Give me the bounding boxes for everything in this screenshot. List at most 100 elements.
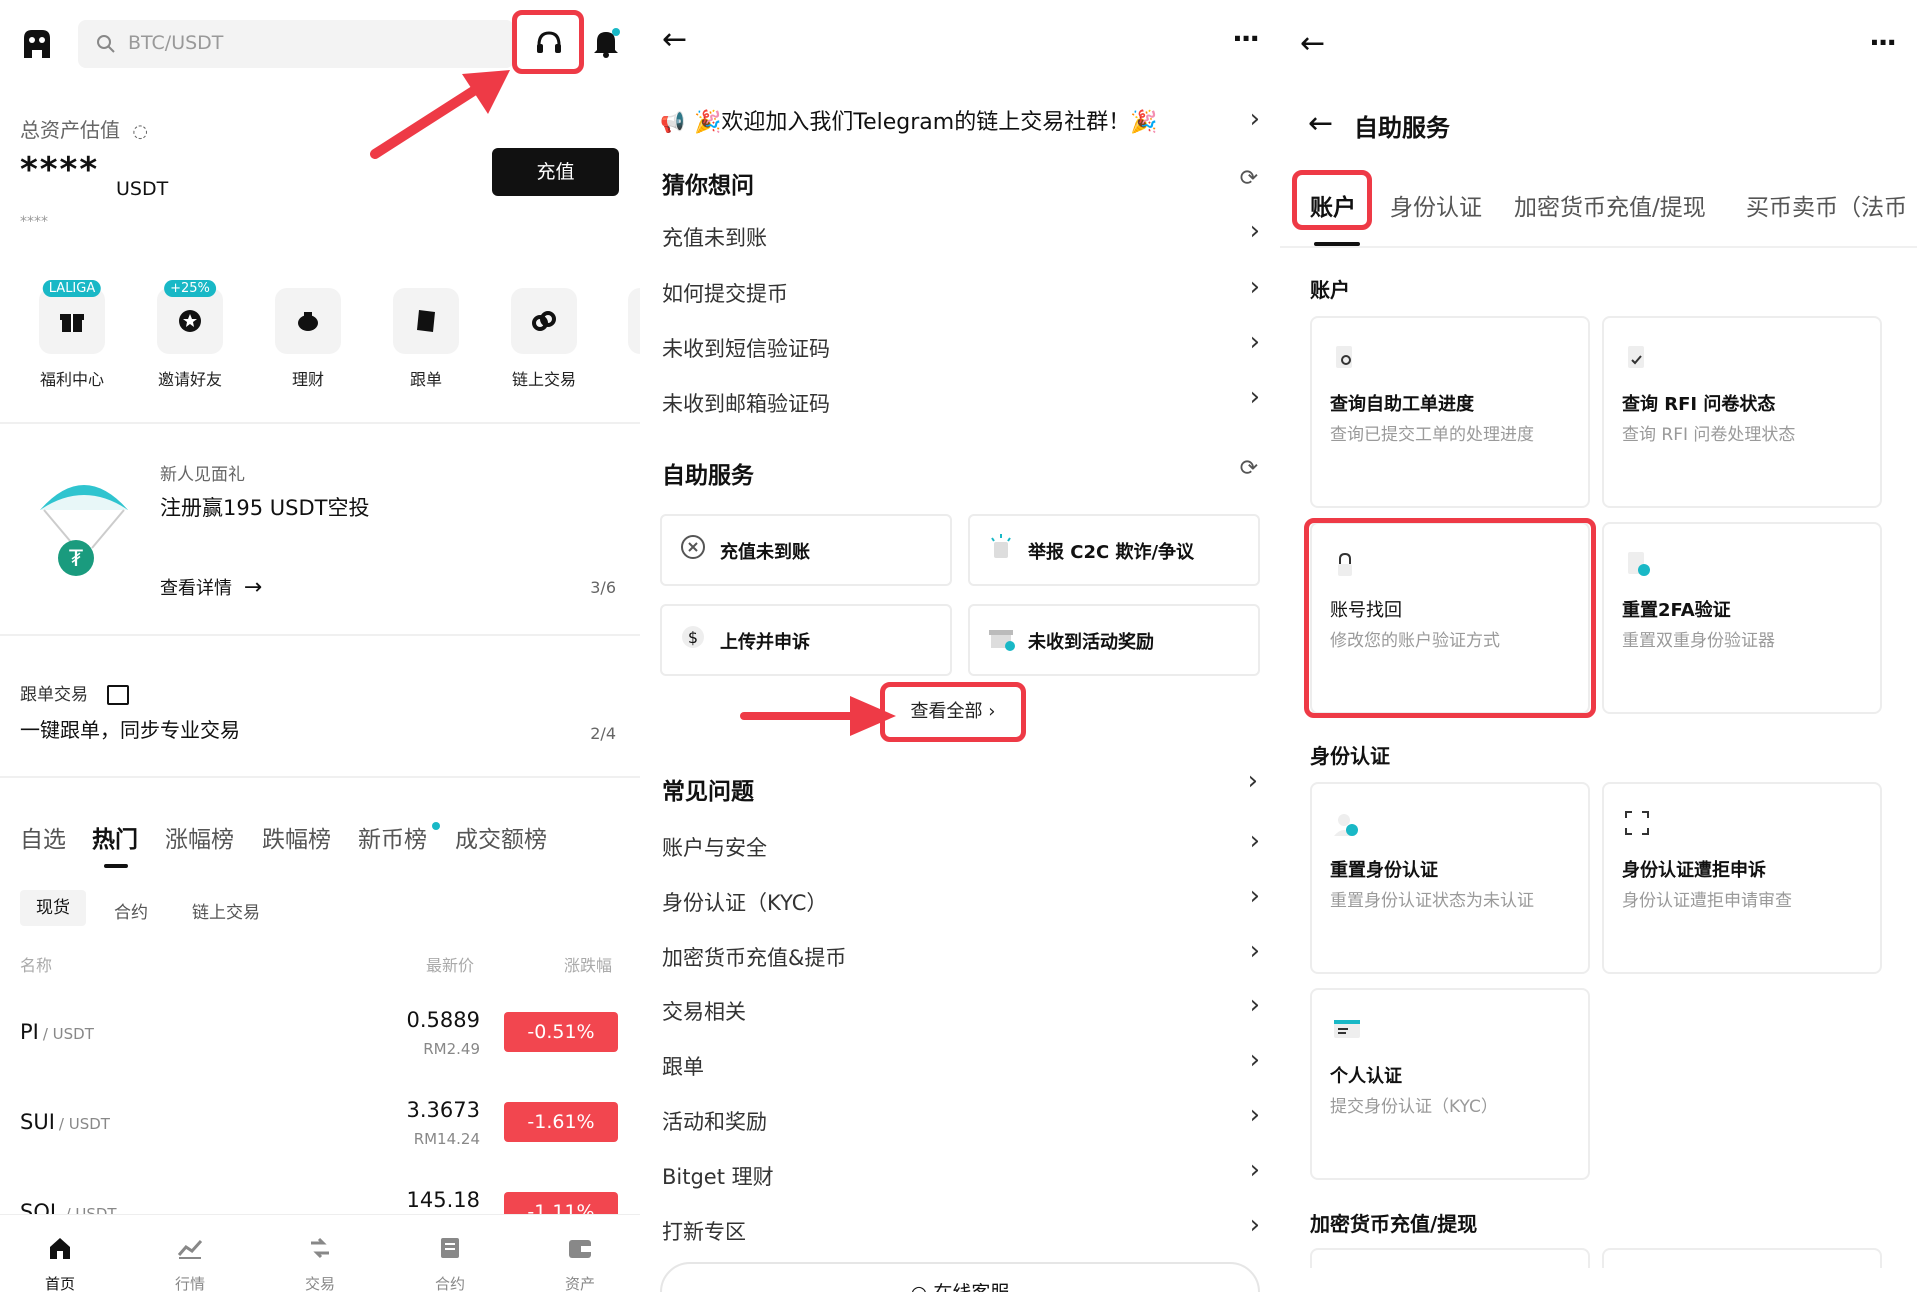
card-ticket-progress[interactable]: 查询自助工单进度 查询已提交工单的处理进度 (1310, 316, 1590, 508)
nav-assets[interactable]: 资产 (540, 1235, 620, 1294)
refresh-icon[interactable]: ⟳ (1240, 456, 1258, 481)
card-rfi-status[interactable]: 查询 RFI 问卷状态 查询 RFI 问卷处理状态 (1602, 316, 1882, 508)
asset-label-row: 总资产估值 ◌ (20, 114, 148, 143)
nav-trade[interactable]: 交易 (280, 1235, 360, 1294)
copy-subtitle: 跟单交易 (20, 685, 88, 705)
chevron-right-icon: › (1249, 1100, 1260, 1130)
gift-icon (989, 630, 1015, 651)
header-name: 名称 (20, 956, 53, 975)
tab-watchlist[interactable]: 自选 (20, 820, 66, 854)
scan-icon (1625, 811, 1649, 835)
self-service-panel: ← ··· ← 自助服务 账户 身份认证 加密货币充值/提现 买币卖币（法币 账… (1280, 0, 1917, 1312)
telegram-banner[interactable]: 📢 🎉欢迎加入我们Telegram的链上交易社群！🎉 › (660, 104, 1260, 140)
list-item[interactable]: 交易相关 › (662, 990, 1260, 1036)
tab-fiat[interactable]: 买币卖币（法币 (1746, 188, 1907, 222)
back-arrow-icon[interactable]: ← (1308, 106, 1333, 141)
subtab-onchain[interactable]: 链上交易 (192, 898, 260, 923)
tab-losers[interactable]: 跌幅榜 (262, 820, 331, 854)
nav-markets[interactable]: 行情 (150, 1235, 230, 1294)
quick-label: 福利中心 (39, 370, 104, 389)
list-item[interactable]: 充值未到账 › (662, 216, 1260, 262)
headset-icon[interactable] (534, 28, 564, 58)
close-circle-icon (681, 535, 705, 559)
promo-card[interactable]: ₮ 新人见面礼 注册赢195 USDT空投 查看详情 → 3/6 (0, 440, 640, 620)
list-item[interactable]: Bitget 理财 › (662, 1155, 1260, 1201)
promo-link[interactable]: 查看详情 → (160, 574, 262, 600)
chevron-right-icon: › (1249, 382, 1260, 412)
arrow-right-icon: → (243, 575, 263, 600)
header-price: 最新价 (426, 956, 475, 975)
pair-quote: / USDT (65, 1205, 117, 1214)
list-item[interactable]: 如何提交提币 › (662, 272, 1260, 318)
chevron-right-icon[interactable]: › (1248, 766, 1258, 796)
quick-copy[interactable]: 跟单 (386, 288, 466, 390)
table-row[interactable]: SUI / USDT 3.3673 RM14.24 -1.61% (0, 1090, 640, 1180)
chevron-right-icon: › (1249, 826, 1260, 856)
tab-account[interactable]: 账户 (1310, 188, 1356, 222)
recovery-highlight (1304, 518, 1596, 718)
service-upload-appeal[interactable]: $ 上传并申诉 (660, 604, 952, 676)
tab-new[interactable]: 新币榜 (358, 820, 427, 854)
copy-card[interactable]: 跟单交易 一键跟单，同步专业交易 2/4 (0, 668, 640, 768)
parachute-icon: ₮ (40, 485, 128, 576)
service-reward-missing[interactable]: 未收到活动奖励 (968, 604, 1260, 676)
tab-identity[interactable]: 身份认证 (1390, 188, 1482, 222)
back-arrow-icon[interactable]: ← (662, 22, 687, 57)
card-reset-identity[interactable]: 重置身份认证 重置身份认证状态为未认证 (1310, 782, 1590, 974)
tab-crypto[interactable]: 加密货币充值/提现 (1514, 188, 1706, 222)
list-item[interactable]: 活动和奖励 › (662, 1100, 1260, 1146)
quick-earn[interactable]: 理财 (268, 288, 348, 390)
list-item[interactable]: 打新专区 › (662, 1210, 1260, 1256)
home-panel: BTC/USDT 总资产估值 ◌ **** USDT **** 充值 LALIG… (0, 0, 640, 1312)
list-item[interactable]: 加密货币充值&提币 › (662, 936, 1260, 982)
tab-volume[interactable]: 成交额榜 (455, 820, 547, 854)
promo-subtitle: 新人见面礼 (160, 465, 245, 485)
quick-onchain[interactable]: 链上交易 (504, 288, 584, 390)
list-item[interactable]: 未收到短信验证码 › (662, 327, 1260, 373)
more-icon[interactable]: ··· (1232, 22, 1260, 55)
refresh-icon[interactable]: ⟳ (1240, 166, 1258, 191)
doc-shield-icon (1628, 552, 1650, 576)
change-badge: -1.61% (504, 1102, 618, 1142)
wallet-icon (569, 1240, 591, 1258)
app-logo[interactable] (20, 28, 54, 60)
tab-gainers[interactable]: 涨幅榜 (165, 820, 234, 854)
deposit-button[interactable]: 充值 (492, 148, 619, 196)
bell-icon[interactable] (592, 28, 620, 58)
subtab-spot[interactable]: 现货 (20, 890, 86, 926)
header-change: 涨跌幅 (564, 956, 613, 975)
chevron-right-icon: › (1249, 104, 1260, 134)
local-price: RM2.49 (423, 1040, 480, 1058)
card-personal-kyc[interactable]: 个人认证 提交身份认证（KYC） (1310, 988, 1590, 1180)
list-item[interactable]: 账户与安全 › (662, 826, 1260, 872)
list-item[interactable]: 身份认证（KYC） › (662, 881, 1260, 927)
nav-home[interactable]: 首页 (20, 1235, 100, 1294)
service-deposit-missing[interactable]: 充值未到账 (660, 514, 952, 586)
list-item[interactable]: 跟单 › (662, 1045, 1260, 1091)
banner-text: 🎉欢迎加入我们Telegram的链上交易社群！🎉 (694, 110, 1158, 135)
card-identity-appeal[interactable]: 身份认证遭拒申诉 身份认证遭拒申请审查 (1602, 782, 1882, 974)
table-row[interactable]: PI / USDT 0.5889 RM2.49 -0.51% (0, 1000, 640, 1090)
chevron-right-icon: › (1249, 1155, 1260, 1185)
search-bar[interactable]: BTC/USDT (78, 20, 514, 68)
table-row[interactable]: SOL / USDT 145.18 -1.11% (0, 1180, 640, 1214)
pair-base: SUI (20, 1110, 55, 1134)
id-card-icon (1334, 1020, 1360, 1038)
quick-invite[interactable]: +25% 邀请好友 (150, 280, 230, 390)
promo-pager: 3/6 (590, 578, 616, 597)
subtab-futures[interactable]: 合约 (114, 898, 148, 923)
back-arrow-icon[interactable]: ← (1300, 26, 1325, 61)
more-icon[interactable]: ··· (1869, 26, 1897, 59)
list-item[interactable]: 未收到邮箱验证码 › (662, 382, 1260, 428)
chevron-right-icon: › (1249, 327, 1260, 357)
view-all-button[interactable]: 查看全部 › (890, 692, 1016, 732)
chevron-right-icon: › (988, 701, 996, 722)
card-reset-2fa[interactable]: 重置2FA验证 重置双重身份验证器 (1602, 522, 1882, 714)
document-icon (441, 1238, 459, 1258)
eye-off-icon[interactable]: ◌ (132, 121, 148, 142)
quick-welfare[interactable]: LALIGA 福利中心 (32, 280, 112, 390)
nav-futures[interactable]: 合约 (410, 1235, 490, 1294)
service-report-c2c[interactable]: 举报 C2C 欺诈/争议 (968, 514, 1260, 586)
svg-text:$: $ (688, 628, 698, 647)
tab-hot[interactable]: 热门 (92, 820, 138, 854)
